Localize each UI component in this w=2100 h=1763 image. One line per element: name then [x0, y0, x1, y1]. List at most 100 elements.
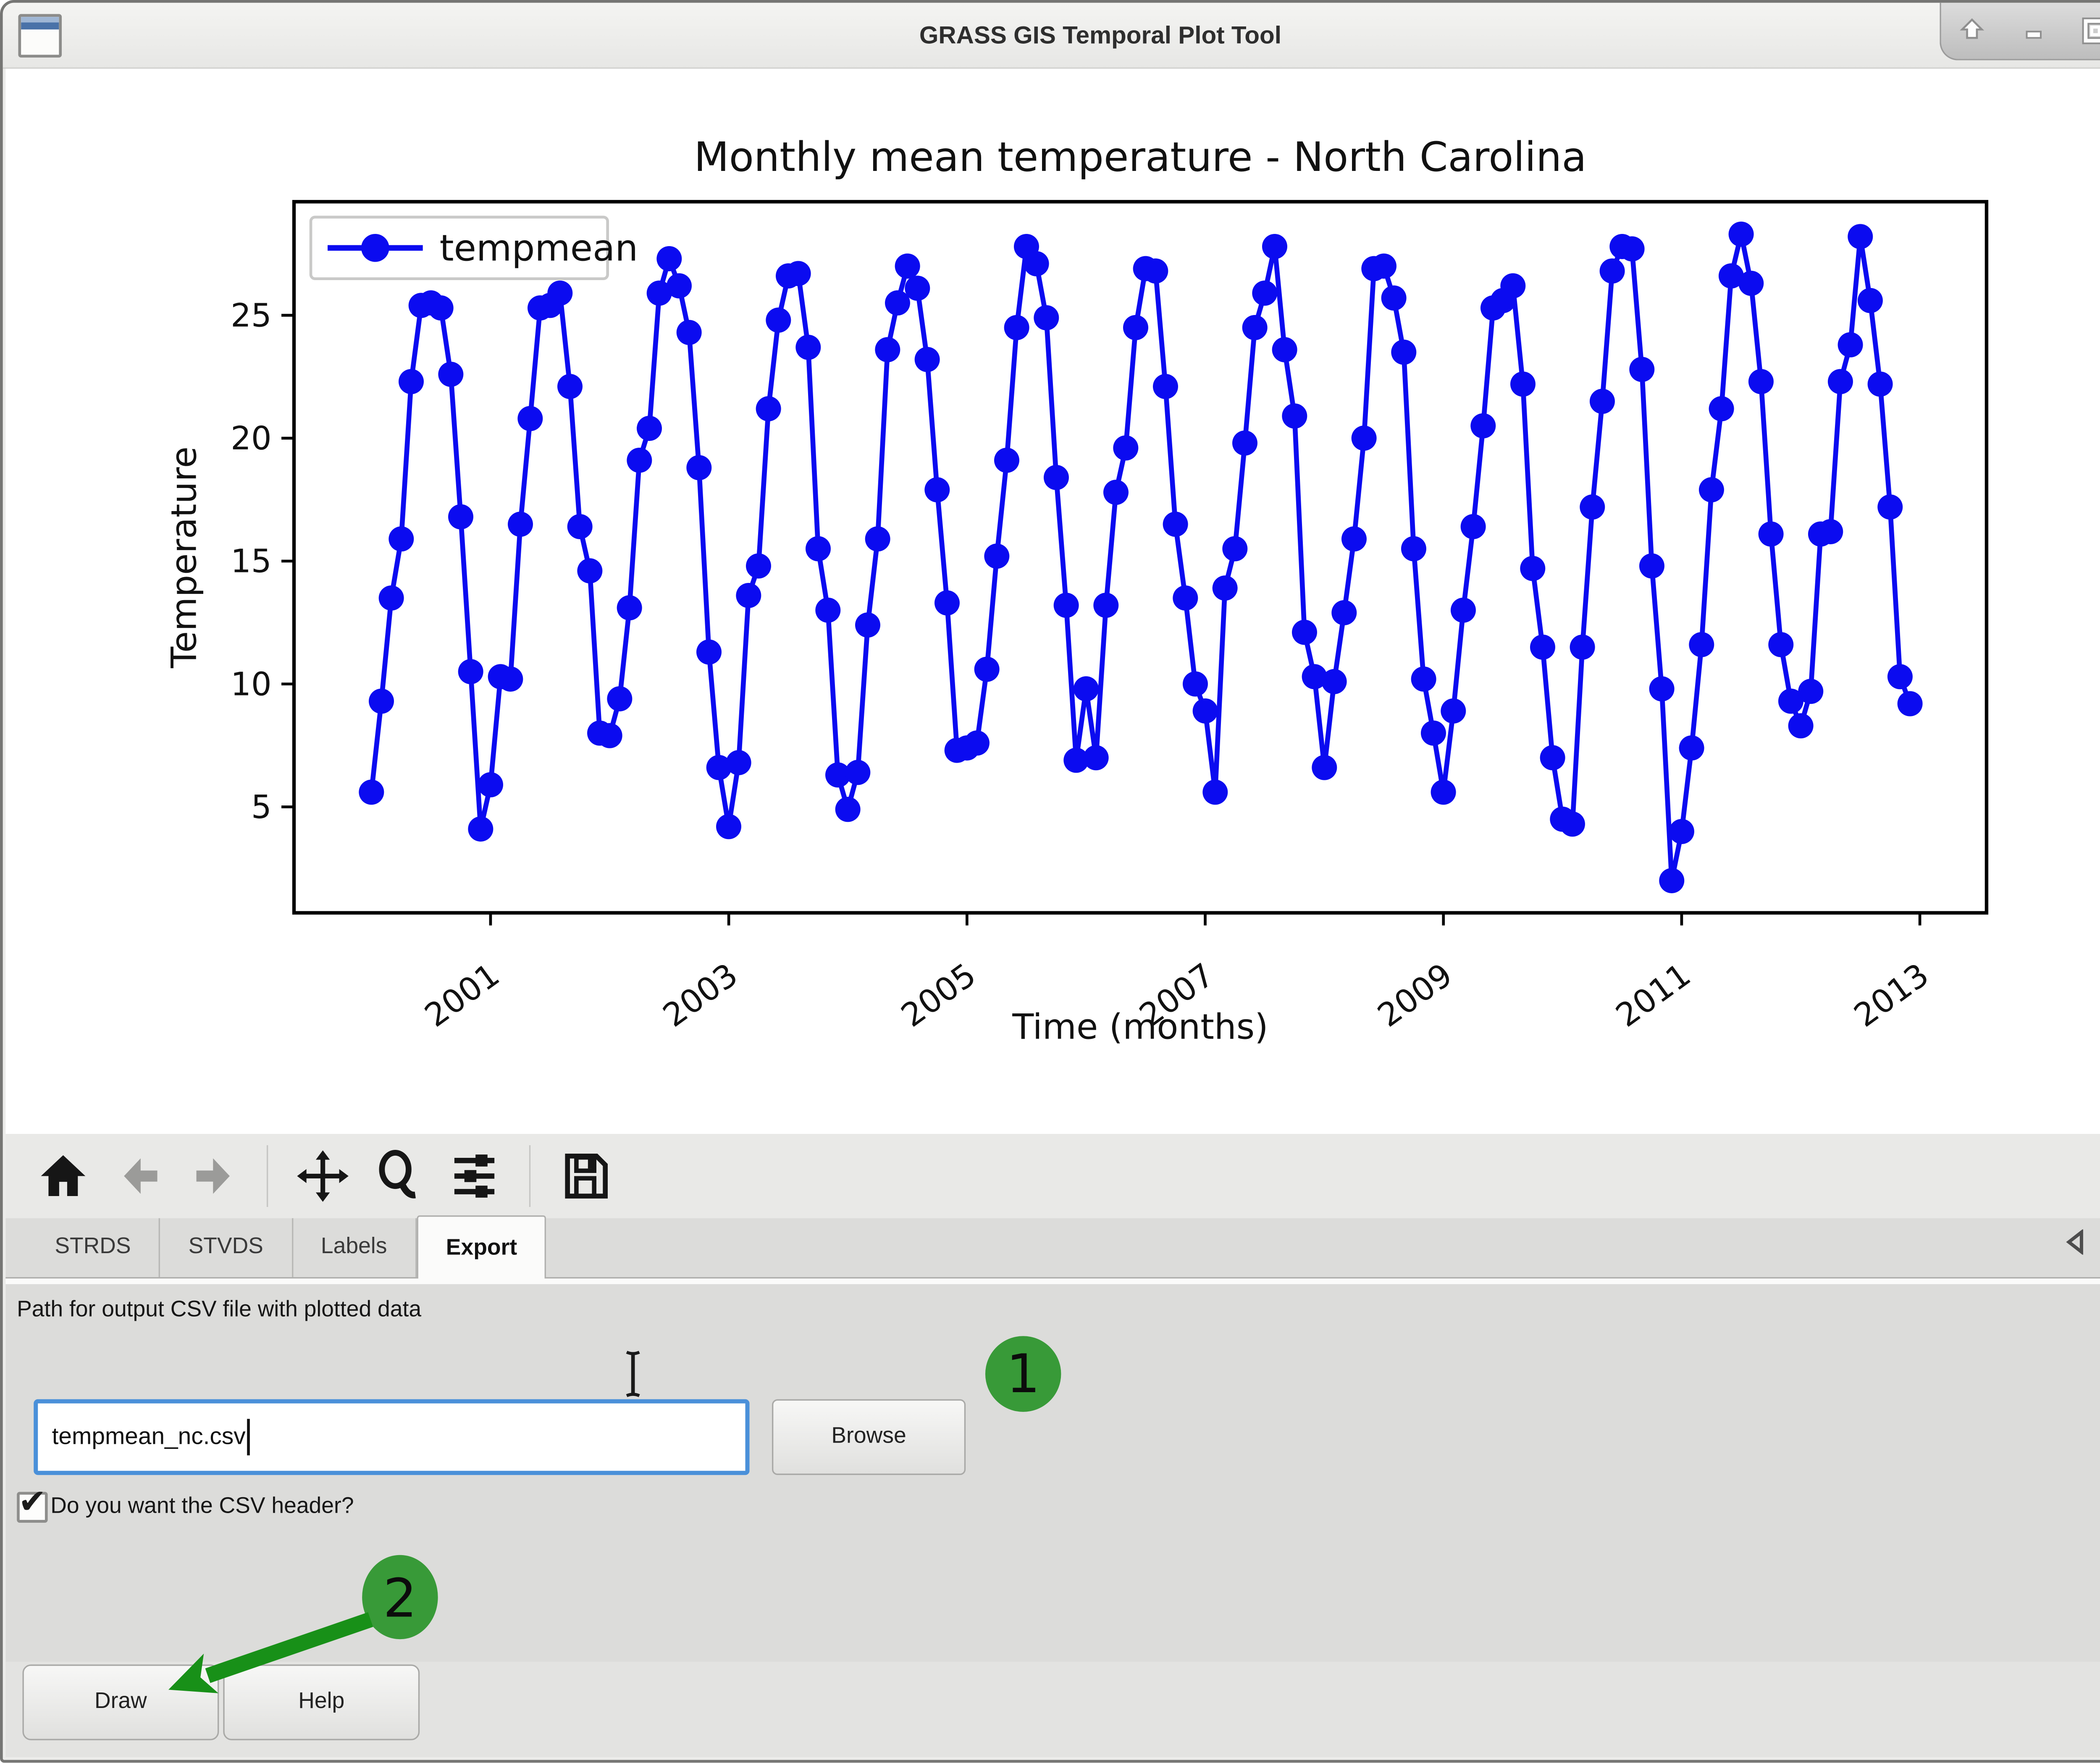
legend-marker [361, 234, 389, 262]
data-point [677, 320, 702, 345]
path-input[interactable]: tempmean_nc.csv [34, 1399, 749, 1475]
data-point [1798, 679, 1823, 704]
data-point [905, 275, 930, 301]
data-point [1272, 337, 1297, 362]
y-tick-label: 20 [231, 420, 272, 457]
data-point [1322, 669, 1347, 694]
data-point [458, 659, 483, 684]
x-tick-label: 2003 [656, 956, 745, 1035]
help-button[interactable]: Help [223, 1664, 420, 1740]
data-point [1292, 620, 1317, 645]
data-point [428, 295, 454, 320]
path-input-value: tempmean_nc.csv [52, 1423, 246, 1451]
data-point [577, 558, 602, 583]
data-point [1123, 315, 1148, 340]
data-point [1699, 477, 1724, 502]
data-point [696, 640, 722, 665]
data-point [1262, 234, 1287, 259]
data-point [1887, 664, 1913, 689]
temperature-chart: 5101520252001200320052007200920112013Mon… [5, 69, 2100, 1134]
text-caret [247, 1419, 250, 1456]
shade-icon[interactable] [1955, 14, 1989, 47]
chart-title: Monthly mean temperature - North Carolin… [694, 133, 1586, 181]
toolbar-separator [267, 1145, 268, 1207]
data-point [964, 730, 990, 756]
data-point [1590, 389, 1615, 414]
data-point [399, 369, 424, 394]
data-point [388, 526, 414, 551]
minimize-icon[interactable] [2017, 14, 2050, 47]
data-point [1004, 315, 1029, 340]
y-tick-label: 15 [231, 543, 272, 580]
data-point [1848, 224, 1873, 249]
data-point [1620, 236, 1645, 262]
plot-canvas[interactable]: 5101520252001200320052007200920112013Mon… [5, 69, 2100, 1134]
subplots-icon[interactable] [442, 1144, 507, 1209]
data-point [1401, 536, 1426, 561]
data-point [795, 335, 821, 360]
pan-icon[interactable] [291, 1144, 355, 1209]
data-point [1163, 512, 1188, 537]
maximize-icon[interactable] [2079, 14, 2100, 47]
zoom-icon[interactable] [366, 1144, 431, 1209]
export-tab-content: Path for output CSV file with plotted da… [5, 1284, 2100, 1324]
app-window: GRASS GIS Temporal Plot Tool 51015202520… [0, 0, 2100, 1763]
data-point [1877, 494, 1903, 519]
x-axis-label: Time (months) [1012, 1007, 1268, 1047]
data-point [1183, 672, 1208, 697]
tab-strds[interactable]: STRDS [25, 1218, 160, 1277]
data-point [627, 448, 652, 473]
data-point [1500, 273, 1525, 299]
data-point [1222, 536, 1247, 561]
data-point [1103, 480, 1129, 505]
data-point [915, 347, 940, 372]
home-icon[interactable] [31, 1144, 96, 1209]
data-point [1709, 396, 1734, 421]
data-point [994, 448, 1019, 473]
data-point [1629, 357, 1654, 382]
data-point [498, 666, 523, 692]
data-point [835, 797, 861, 822]
tabbar: STRDS STVDS Labels Export [5, 1218, 2100, 1279]
data-point [1828, 369, 1853, 394]
tab-labels[interactable]: Labels [293, 1218, 417, 1277]
data-point [1074, 676, 1099, 701]
data-point [1689, 632, 1714, 657]
control-panel: STRDS STVDS Labels Export [5, 1218, 2100, 1757]
browse-button[interactable]: Browse [772, 1399, 966, 1475]
data-point [1173, 585, 1198, 611]
data-point [1540, 745, 1565, 770]
data-point [1679, 735, 1704, 761]
data-point [597, 723, 622, 748]
csv-header-label: Do you want the CSV header? [50, 1495, 354, 1520]
data-point [547, 281, 572, 306]
path-label: Path for output CSV file with plotted da… [17, 1298, 2100, 1323]
tab-export[interactable]: Export [417, 1215, 547, 1281]
draw-button[interactable]: Draw [22, 1664, 219, 1740]
data-point [865, 526, 890, 551]
data-point [1193, 698, 1218, 724]
data-point [1530, 635, 1555, 660]
data-point [1213, 575, 1238, 601]
data-point [448, 504, 473, 530]
tab-stvds[interactable]: STVDS [160, 1218, 293, 1277]
tab-scroll-left-icon[interactable] [2065, 1229, 2086, 1262]
data-point [1391, 340, 1416, 365]
save-icon[interactable] [553, 1144, 618, 1209]
data-point [1024, 251, 1049, 276]
data-point [756, 396, 781, 421]
data-point [1738, 271, 1764, 296]
forward-icon[interactable] [180, 1144, 244, 1209]
data-point [1639, 554, 1664, 579]
back-icon[interactable] [110, 1144, 174, 1209]
data-point [1838, 332, 1863, 357]
data-point [786, 261, 811, 286]
data-point [1520, 556, 1545, 581]
data-point [478, 772, 503, 798]
data-point [567, 514, 593, 539]
data-point [508, 512, 533, 537]
csv-header-checkbox[interactable]: ✔ [17, 1492, 48, 1523]
data-point [1461, 514, 1486, 539]
data-point [667, 273, 692, 299]
data-point [1580, 494, 1605, 519]
